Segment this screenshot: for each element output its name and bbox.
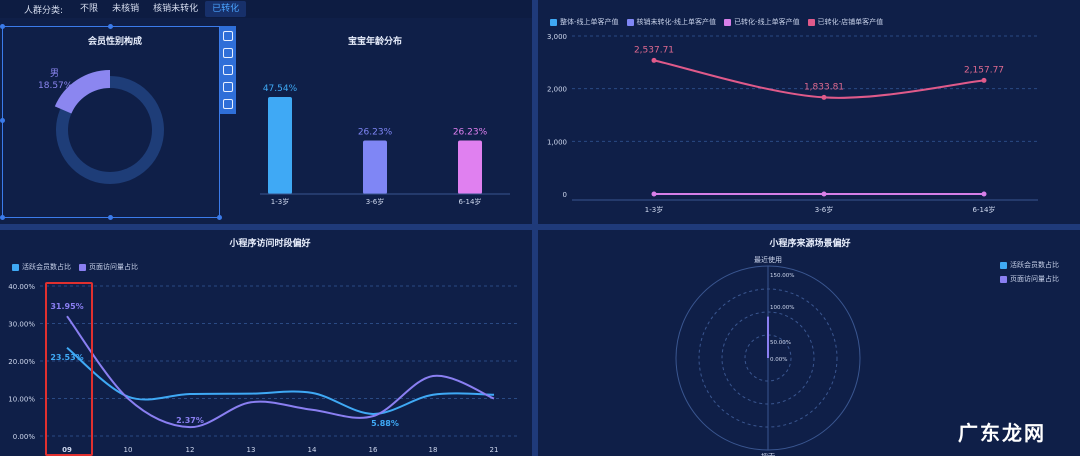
- value-line-chart: 0 1,000 2,000 3,000 1-3岁 3-6岁 6-14岁 2,537.71 1,8…: [547, 33, 1038, 214]
- bar: [268, 96, 292, 194]
- data-point: [651, 57, 657, 63]
- data-point: [981, 191, 987, 197]
- y-tick-label: 2,000: [547, 86, 567, 94]
- series-line: [66, 315, 495, 429]
- data-point: [821, 191, 827, 197]
- legend-label: 页面访问量占比: [1010, 275, 1059, 283]
- data-label: 1,833.81: [804, 82, 844, 92]
- legend-item[interactable]: 整体-线上单客产值: [550, 17, 619, 27]
- legend-swatch: [550, 18, 557, 26]
- y-tick-label: 1,000: [547, 138, 567, 146]
- x-tick-label: 10: [124, 446, 133, 454]
- highlight-box: [45, 282, 93, 456]
- y-tick-label: 0: [563, 191, 567, 199]
- bar: [458, 140, 482, 194]
- legend-item[interactable]: 已转化-店铺单客产值: [807, 17, 884, 27]
- x-tick-label: 1-3岁: [271, 197, 289, 206]
- legend-label: 整体-线上单客产值: [560, 18, 619, 26]
- source-chart-title: 小程序来源场景偏好: [769, 239, 851, 249]
- data-label: 2,537.71: [634, 45, 674, 55]
- radar-axis-label: 最近使用: [754, 255, 782, 264]
- legend-item[interactable]: 页面访问量占比: [1000, 274, 1059, 284]
- legend-label: 已转化-店铺单客产值: [817, 18, 884, 26]
- time-chart-title: 小程序访问时段偏好: [229, 239, 311, 249]
- gender-donut-chart: 男 18.57%: [38, 68, 164, 184]
- legend-swatch: [626, 18, 634, 26]
- collapse-icon[interactable]: [223, 98, 233, 109]
- source-legend: 活跃会员数占比 页面访问量占比: [1000, 260, 1059, 284]
- data-point: [821, 94, 827, 100]
- source-radar-chart: 最近使用搜索 150.00% 100.00% 50.00% 0.00%: [675, 255, 861, 456]
- dashboard: 人群分类: 不限 未核销 核销未转化 已转化 会员性别构成 男 18.57% 宝宝…: [0, 0, 1080, 456]
- donut-label-value: 18.57%: [38, 81, 73, 91]
- horizontal-divider: [0, 224, 1080, 230]
- age-bar-chart: 47.54% 1-3岁 26.23% 3-6岁 26.23% 6-14岁: [260, 84, 510, 206]
- radar-axis-label: 搜索: [761, 452, 775, 456]
- filter-option-unredeemed[interactable]: 未核销: [105, 1, 146, 17]
- filter-option-converted[interactable]: 已转化: [205, 1, 247, 17]
- audience-filter: 人群分类: 不限 未核销 核销未转化 已转化: [0, 0, 247, 18]
- bar: [363, 140, 387, 194]
- data-label: 2.37%: [176, 416, 204, 425]
- y-tick-label: 0.00%: [13, 433, 36, 441]
- y-tick-label: 3,000: [547, 33, 567, 41]
- x-tick-label: 3-6岁: [366, 197, 384, 206]
- bar-value-label: 26.23%: [358, 127, 393, 137]
- radar-ring-label: 0.00%: [770, 357, 787, 363]
- x-tick-label: 1-3岁: [645, 205, 663, 214]
- legend-swatch: [1000, 261, 1007, 269]
- x-tick-label: 21: [490, 446, 499, 454]
- data-point: [981, 77, 987, 83]
- legend-swatch: [724, 18, 732, 26]
- x-tick-label: 18: [429, 446, 438, 454]
- watermark-text: 广东龙网: [958, 421, 1046, 445]
- comment-icon[interactable]: [223, 81, 233, 92]
- y-tick-label: 10.00%: [8, 396, 35, 404]
- y-tick-label: 30.00%: [8, 321, 35, 329]
- chart-toolbox: [220, 26, 236, 114]
- x-tick-label: 14: [308, 446, 317, 454]
- radar-ring-label: 50.00%: [770, 340, 791, 346]
- bar-value-label: 47.54%: [263, 84, 298, 94]
- filter-option-all[interactable]: 不限: [73, 1, 105, 17]
- y-tick-label: 40.00%: [8, 283, 35, 291]
- legend-label: 核销未转化-线上单客产值: [636, 18, 717, 26]
- x-tick-label: 6-14岁: [973, 205, 996, 214]
- legend-item[interactable]: 已转化-线上单客产值: [724, 17, 800, 27]
- donut-label-name: 男: [50, 68, 59, 79]
- x-tick-label: 13: [247, 446, 256, 454]
- legend-label: 已转化-线上单客产值: [734, 18, 800, 26]
- data-label: 2,157.77: [964, 65, 1004, 75]
- x-tick-label: 16: [369, 446, 378, 454]
- link-icon[interactable]: [223, 31, 233, 42]
- x-tick-label: 12: [186, 446, 195, 454]
- filter-option-redeemed-unconverted[interactable]: 核销未转化: [146, 1, 205, 17]
- x-tick-label: 6-14岁: [459, 197, 482, 206]
- filter-label: 人群分类:: [24, 5, 64, 16]
- legend-swatch: [807, 18, 815, 26]
- data-point: [651, 191, 657, 197]
- undo-icon[interactable]: [223, 64, 233, 75]
- legend-label: 活跃会员数占比: [1010, 261, 1059, 269]
- legend-item[interactable]: 核销未转化-线上单客产值: [626, 17, 717, 27]
- legend-item[interactable]: 活跃会员数占比: [1000, 260, 1059, 270]
- data-label: 5.88%: [371, 419, 399, 428]
- x-tick-label: 3-6岁: [815, 205, 833, 214]
- legend-swatch: [1000, 275, 1007, 283]
- y-tick-label: 20.00%: [8, 358, 35, 366]
- radar-ring-label: 150.00%: [770, 273, 794, 279]
- value-legend: 整体-线上单客产值 核销未转化-线上单客产值 已转化-线上单客产值 已转化-店铺…: [550, 17, 883, 27]
- radar-ring-label: 100.00%: [770, 305, 794, 311]
- bar-value-label: 26.23%: [453, 127, 488, 137]
- edit-icon[interactable]: [223, 48, 233, 59]
